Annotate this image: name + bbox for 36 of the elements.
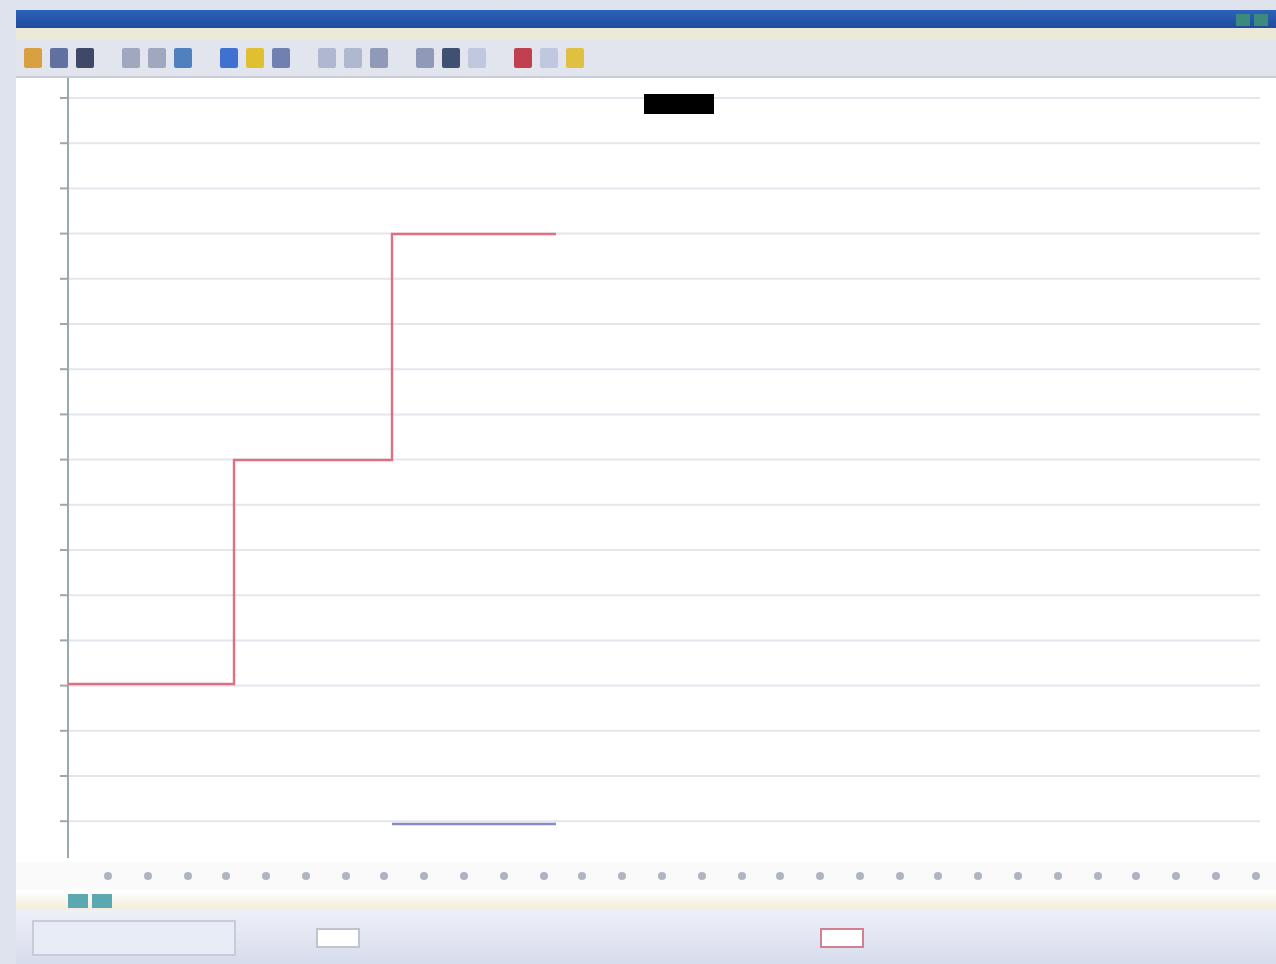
axis-tick xyxy=(1172,872,1181,880)
axis-tick xyxy=(143,872,152,880)
axis-tick xyxy=(1132,872,1141,880)
axis-tick xyxy=(1211,872,1220,880)
input-field[interactable] xyxy=(820,927,864,947)
axis-tick xyxy=(341,872,350,880)
axis-tick xyxy=(816,872,825,880)
axis-tick xyxy=(855,872,864,880)
axis-tick xyxy=(183,872,192,880)
axis-tick xyxy=(222,872,231,880)
axis-tick xyxy=(1053,872,1062,880)
axis-tick xyxy=(974,872,983,880)
axis-tick xyxy=(776,872,785,880)
axis-tick xyxy=(618,872,627,880)
axis-tick xyxy=(1251,872,1260,880)
axis-tick xyxy=(895,872,904,880)
axis-tick xyxy=(1013,872,1022,880)
legend-swatch xyxy=(644,94,714,114)
axis-tick xyxy=(104,872,112,880)
range-control[interactable] xyxy=(32,919,236,955)
input-field[interactable] xyxy=(316,927,360,947)
axis-tick xyxy=(1093,872,1102,880)
axis-tick xyxy=(737,872,745,880)
axis-tick xyxy=(657,872,666,880)
axis-tick xyxy=(934,872,943,880)
axis-tick xyxy=(460,872,469,880)
axis-tick xyxy=(539,872,548,880)
axis-tick xyxy=(420,872,429,880)
close-icon[interactable] xyxy=(1254,13,1268,25)
minimize-icon[interactable] xyxy=(1236,13,1250,25)
axis-tick xyxy=(697,872,706,880)
axis-tick xyxy=(380,872,389,880)
axis-tick xyxy=(262,872,271,880)
axis-tick xyxy=(578,872,587,880)
axis-tick xyxy=(499,872,508,880)
axis-tick xyxy=(301,872,310,880)
